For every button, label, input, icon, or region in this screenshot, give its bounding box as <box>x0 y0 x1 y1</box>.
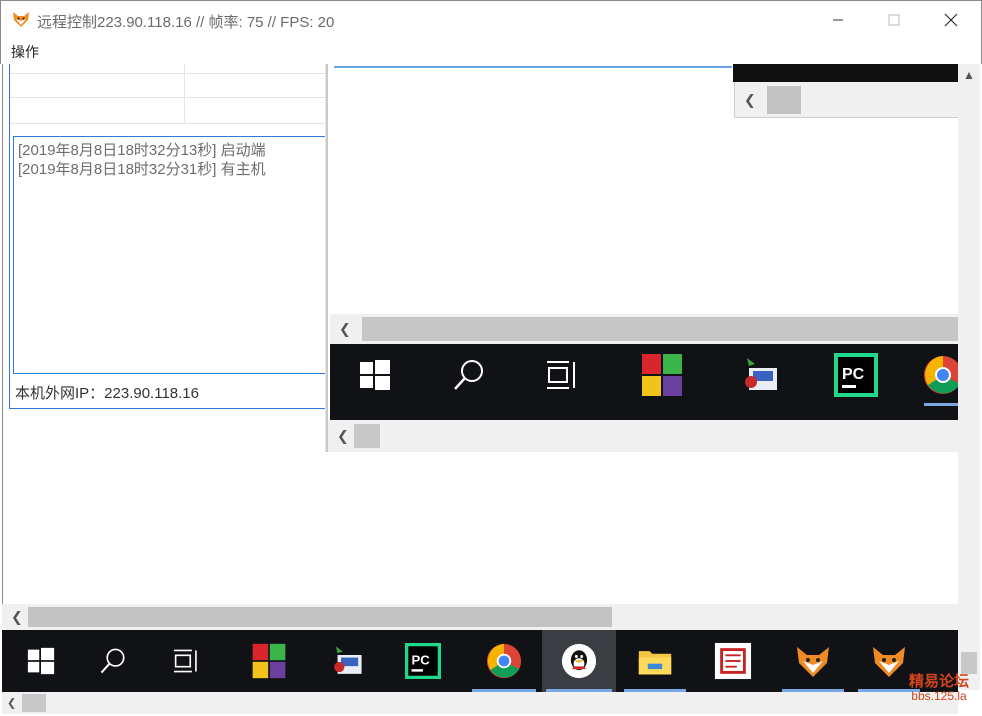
remote-screen-viewport[interactable]: [2019年8月8日18时32分13秒] 启动端 [2019年8月8日18时32… <box>2 64 958 604</box>
log-line: [2019年8月8日18时32分13秒] 启动端 <box>18 142 266 159</box>
taskbar-red-app-button[interactable] <box>698 630 768 692</box>
nested-hscrollbar[interactable]: ❮ <box>330 314 958 344</box>
taskbar-chrome-button[interactable] <box>920 344 958 406</box>
taskbar-pycharm-button[interactable]: PC <box>392 630 454 692</box>
scroll-left-icon[interactable]: ❮ <box>337 428 349 445</box>
maximize-icon <box>888 14 900 26</box>
table-grid-line <box>10 97 330 98</box>
taskbar-winrar-button[interactable] <box>630 344 694 406</box>
scroll-left-icon[interactable]: ❮ <box>11 609 23 626</box>
fox-app-icon-2 <box>873 647 905 677</box>
scroll-thumb[interactable] <box>362 317 958 341</box>
nested-window-edge <box>334 64 732 68</box>
chrome-icon <box>924 356 958 394</box>
close-icon <box>944 13 958 27</box>
scroll-thumb[interactable] <box>961 652 977 674</box>
winrar-icon <box>642 354 682 396</box>
scroll-left-icon[interactable]: ❮ <box>339 321 351 338</box>
menu-bar: 操作 <box>0 38 982 64</box>
table-grid-line <box>10 73 330 74</box>
window-title: 远程控制223.90.118.16 // 帧率: 75 // FPS: 20 <box>37 14 335 31</box>
search-icon <box>454 360 483 390</box>
taskbar-explorer-button[interactable] <box>620 630 690 692</box>
task-view-icon <box>174 649 197 673</box>
e-language-icon <box>334 646 362 674</box>
scroll-left-icon[interactable]: ❮ <box>7 697 16 710</box>
taskbar-fox-app-button[interactable] <box>778 630 848 692</box>
scroll-up-icon[interactable]: ▲ <box>963 68 975 82</box>
chrome-icon <box>486 643 522 679</box>
bottom-horizontal-scrollbar[interactable]: ❮ <box>2 692 958 714</box>
scroll-thumb[interactable] <box>354 424 380 448</box>
watermark-title: 精易论坛 <box>908 673 969 690</box>
qq-icon <box>561 643 597 679</box>
main-vertical-scrollbar[interactable]: ▲ <box>958 64 980 690</box>
log-line: [2019年8月8日18时32分31秒] 有主机 <box>18 161 266 178</box>
taskbar-qq-button[interactable] <box>542 630 616 692</box>
search-icon <box>100 648 125 674</box>
pycharm-icon: PC <box>405 643 441 679</box>
maximize-button[interactable] <box>865 1 923 39</box>
remote-log-window: [2019年8月8日18时32分13秒] 启动端 [2019年8月8日18时32… <box>9 64 343 409</box>
file-explorer-icon <box>638 651 672 675</box>
taskbar-winrar-button[interactable] <box>238 630 300 692</box>
svg-text:PC: PC <box>842 366 865 383</box>
task-view-icon <box>547 361 575 389</box>
title-bar: 远程控制223.90.118.16 // 帧率: 75 // FPS: 20 <box>0 0 982 38</box>
taskbar-taskview-button[interactable] <box>156 630 218 692</box>
minimize-icon <box>833 19 843 21</box>
minimize-button[interactable] <box>809 1 867 39</box>
red-app-icon <box>714 642 752 680</box>
taskbar-elanguage-button[interactable] <box>316 630 378 692</box>
log-textbox[interactable]: [2019年8月8日18时32分13秒] 启动端 [2019年8月8日18时32… <box>13 136 343 374</box>
menu-item-operate[interactable]: 操作 <box>11 42 39 62</box>
e-language-icon <box>745 358 777 390</box>
table-grid-line <box>10 123 330 124</box>
external-ip-label: 本机外网IP：223.90.118.16 <box>15 385 199 402</box>
pycharm-icon: PC <box>834 353 878 397</box>
scroll-thumb[interactable] <box>22 694 46 712</box>
nested-taskbar: PC <box>330 344 958 420</box>
running-indicator <box>924 403 958 406</box>
table-grid-line <box>184 64 185 124</box>
taskbar-elanguage-button[interactable] <box>728 344 792 406</box>
taskbar-search-button[interactable] <box>82 630 144 692</box>
fox-app-icon <box>797 647 829 677</box>
nested-hscrollbar-bottom[interactable]: ❮ <box>328 420 958 452</box>
taskbar-taskview-button[interactable] <box>532 344 594 406</box>
nested-dark-strip <box>733 64 958 82</box>
taskbar-chrome-button[interactable] <box>468 630 540 692</box>
svg-text:PC: PC <box>412 652 431 667</box>
main-horizontal-scrollbar[interactable]: ❮ <box>2 604 958 630</box>
nested-remote-window: ❮ ❮ PC ❮ <box>326 64 958 452</box>
forum-watermark: 精易论坛 bbs.125.la <box>906 674 972 702</box>
remote-taskbar: PC <box>2 630 958 692</box>
windows-start-icon <box>360 360 390 390</box>
close-button[interactable] <box>922 1 980 39</box>
winrar-icon <box>252 643 286 679</box>
taskbar-pycharm-button[interactable]: PC <box>824 344 888 406</box>
watermark-url: bbs.125.la <box>911 688 967 703</box>
scroll-thumb[interactable] <box>28 607 612 627</box>
taskbar-start-button[interactable] <box>344 344 406 406</box>
taskbar-search-button[interactable] <box>438 344 500 406</box>
taskbar-start-button[interactable] <box>10 630 72 692</box>
nested-inner-hscrollbar[interactable]: ❮ <box>734 82 958 118</box>
scroll-left-icon[interactable]: ❮ <box>744 91 756 108</box>
fox-app-icon <box>12 10 30 28</box>
windows-start-icon <box>27 647 55 675</box>
scroll-thumb[interactable] <box>767 86 801 114</box>
